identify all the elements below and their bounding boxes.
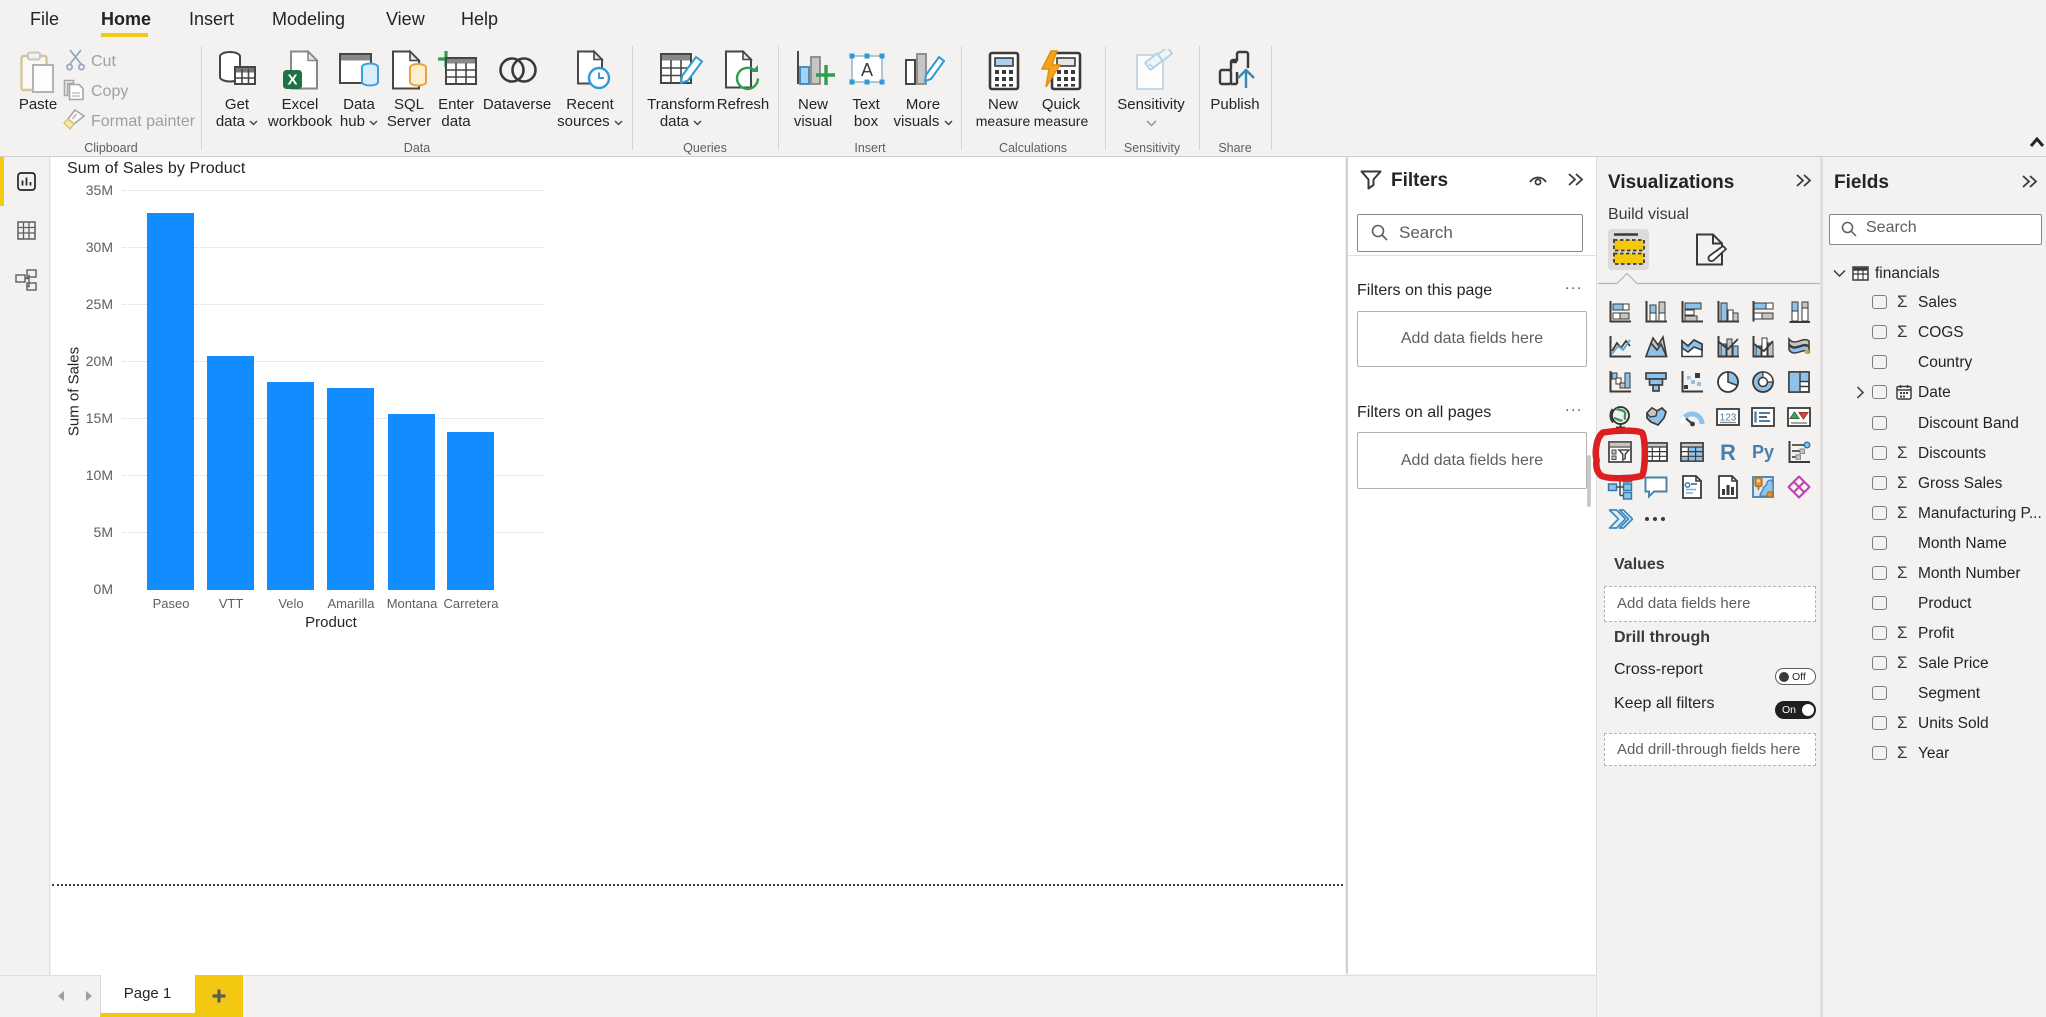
svg-text:R: R (1720, 440, 1736, 465)
svg-text:Py: Py (1752, 442, 1774, 462)
svg-text:A: A (861, 60, 873, 80)
svg-text:X: X (287, 72, 297, 89)
